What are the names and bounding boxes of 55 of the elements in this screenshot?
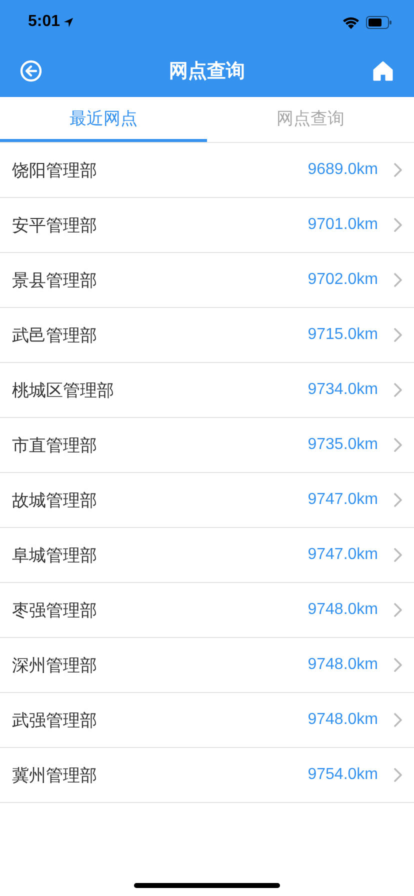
branch-row[interactable]: 故城管理部 9747.0km bbox=[0, 473, 414, 528]
branch-row[interactable]: 枣强管理部 9748.0km bbox=[0, 583, 414, 638]
branch-name: 饶阳管理部 bbox=[12, 160, 98, 182]
battery-icon bbox=[366, 16, 392, 28]
chevron-icon bbox=[394, 713, 402, 727]
chevron-icon bbox=[394, 218, 402, 232]
location-arrow-icon bbox=[63, 16, 74, 28]
branch-name: 冀州管理部 bbox=[12, 764, 98, 786]
chevron-icon bbox=[394, 328, 402, 342]
branch-distance: 9748.0km bbox=[308, 711, 378, 729]
branch-name: 故城管理部 bbox=[12, 490, 98, 512]
back-icon[interactable] bbox=[20, 60, 42, 82]
branch-distance: 9735.0km bbox=[308, 436, 378, 454]
chevron-icon bbox=[394, 438, 402, 452]
branch-distance: 9734.0km bbox=[308, 381, 378, 399]
branch-name: 深州管理部 bbox=[12, 654, 98, 676]
branch-name: 桃城区管理部 bbox=[12, 380, 115, 402]
branch-name: 市直管理部 bbox=[12, 434, 98, 456]
branch-distance: 9689.0km bbox=[308, 161, 378, 179]
chevron-icon bbox=[394, 493, 402, 507]
branch-row[interactable]: 武邑管理部 9715.0km bbox=[0, 308, 414, 363]
branch-name: 武邑管理部 bbox=[12, 324, 98, 346]
branch-name: 枣强管理部 bbox=[12, 600, 98, 622]
branch-distance: 9747.0km bbox=[308, 546, 378, 564]
branch-row[interactable]: 桃城区管理部 9734.0km bbox=[0, 363, 414, 418]
home-icon[interactable] bbox=[372, 60, 394, 82]
chevron-icon bbox=[394, 658, 402, 672]
wifi-icon bbox=[342, 16, 360, 28]
chevron-icon bbox=[394, 548, 402, 562]
branch-row[interactable]: 冀州管理部 9754.0km bbox=[0, 748, 414, 803]
branch-row[interactable]: 武强管理部 9748.0km bbox=[0, 693, 414, 748]
branch-row[interactable]: 市直管理部 9735.0km bbox=[0, 418, 414, 473]
branch-distance: 9715.0km bbox=[308, 326, 378, 344]
chevron-icon bbox=[394, 768, 402, 782]
branch-row[interactable]: 景县管理部 9702.0km bbox=[0, 253, 414, 308]
branch-name: 景县管理部 bbox=[12, 270, 98, 292]
branch-distance: 9701.0km bbox=[308, 216, 378, 234]
page-title: 网点查询 bbox=[169, 58, 245, 84]
branch-distance: 9702.0km bbox=[308, 271, 378, 289]
status-time: 5:01 bbox=[28, 13, 74, 31]
branch-row[interactable]: 安平管理部 9701.0km bbox=[0, 198, 414, 253]
chevron-icon bbox=[394, 603, 402, 617]
branch-name: 阜城管理部 bbox=[12, 544, 98, 566]
branch-distance: 9747.0km bbox=[308, 491, 378, 509]
branch-row[interactable]: 深州管理部 9748.0km bbox=[0, 638, 414, 693]
branch-distance: 9748.0km bbox=[308, 601, 378, 619]
branch-distance: 9748.0km bbox=[308, 656, 378, 674]
chevron-icon bbox=[394, 273, 402, 287]
branch-row[interactable]: 饶阳管理部 9689.0km bbox=[0, 143, 414, 198]
branch-row[interactable]: 阜城管理部 9747.0km bbox=[0, 528, 414, 583]
chevron-icon bbox=[394, 383, 402, 397]
branch-name: 武强管理部 bbox=[12, 710, 98, 732]
chevron-icon bbox=[394, 163, 402, 177]
branch-name: 安平管理部 bbox=[12, 214, 98, 236]
branch-distance: 9754.0km bbox=[308, 766, 378, 784]
